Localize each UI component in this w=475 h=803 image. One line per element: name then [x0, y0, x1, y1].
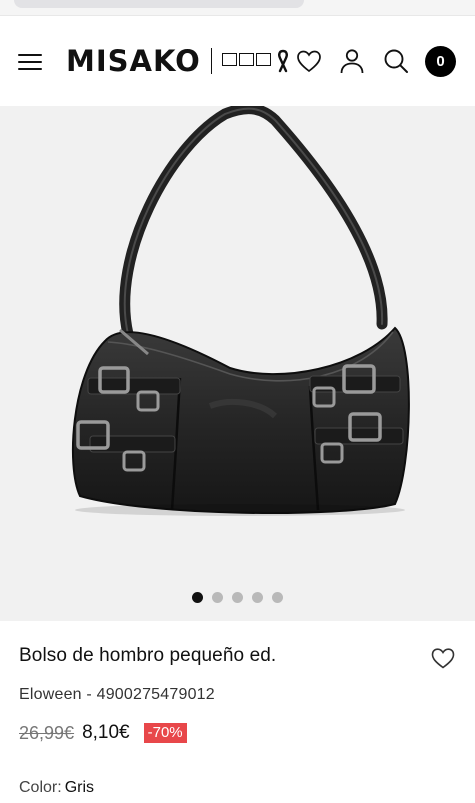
browser-address-strip — [0, 0, 475, 16]
color-label: Color: — [19, 779, 62, 796]
ribbon-icon — [278, 49, 288, 73]
search-icon[interactable] — [382, 47, 410, 75]
gallery-dot-1[interactable] — [192, 592, 203, 603]
url-bar[interactable] — [14, 0, 304, 8]
gallery-pagination — [0, 592, 475, 603]
product-image-gallery[interactable] — [0, 106, 475, 621]
site-header: MISAKO 0 — [0, 17, 475, 105]
color-value: Gris — [64, 779, 95, 796]
user-icon[interactable] — [338, 47, 366, 75]
menu-icon[interactable] — [18, 51, 44, 71]
logo-divider — [211, 48, 212, 74]
sale-price: 8,10€ — [82, 722, 130, 743]
original-price: 26,99€ — [19, 722, 75, 743]
heart-outline-icon[interactable] — [430, 645, 456, 671]
discount-badge: -70% — [143, 723, 187, 743]
heart-icon[interactable] — [295, 47, 323, 75]
gallery-dot-5[interactable] — [272, 592, 283, 603]
price-row: 26,99€ 8,10€ -70% — [19, 722, 187, 744]
product-brand-reference: Eloween - 4900275479012 — [19, 686, 215, 703]
cart-count-badge[interactable]: 0 — [425, 46, 456, 77]
product-image — [71, 106, 410, 516]
gallery-dot-2[interactable] — [212, 592, 223, 603]
product-title: Bolso de hombro pequeño ed. — [19, 645, 277, 666]
brand-logo[interactable]: MISAKO — [66, 45, 201, 77]
gallery-dot-4[interactable] — [252, 592, 263, 603]
gallery-dot-3[interactable] — [232, 592, 243, 603]
logo-boxes-icon — [222, 53, 271, 66]
color-selection-label: Color: Gris — [19, 779, 94, 797]
